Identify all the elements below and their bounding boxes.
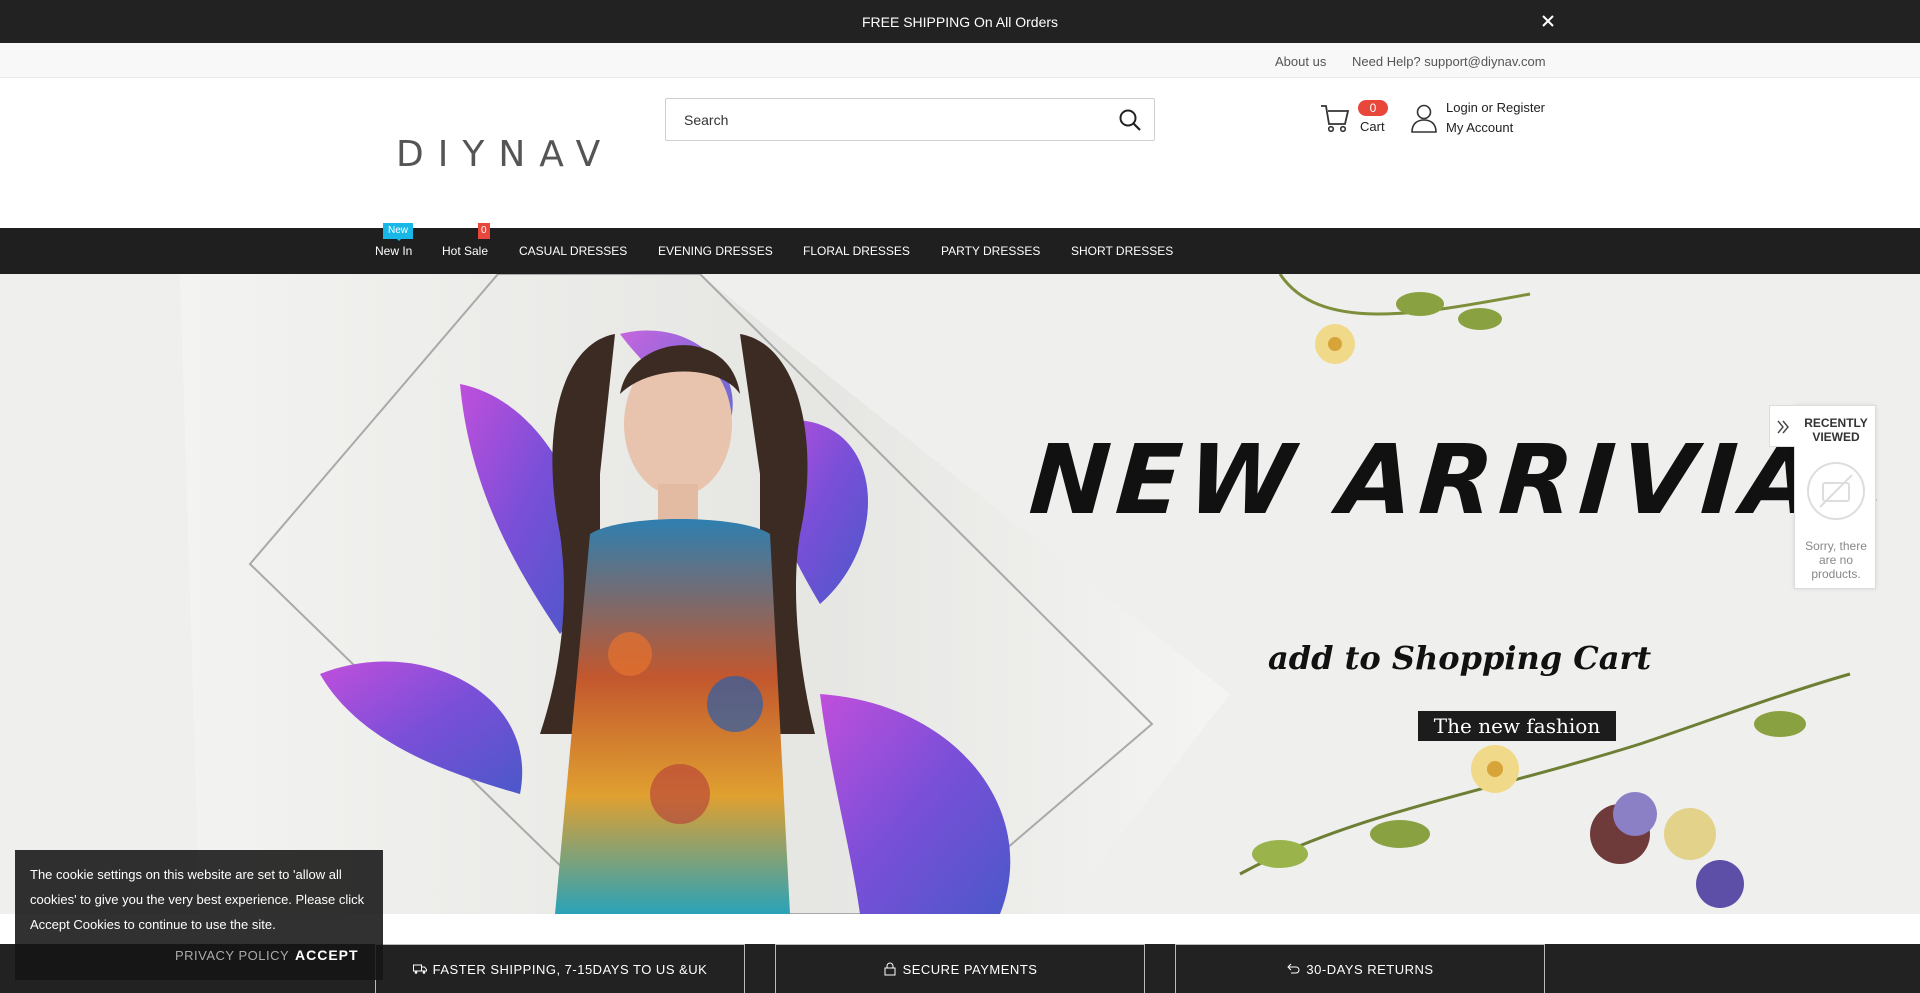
hero-subline: add to Shopping Cart [1268, 639, 1652, 677]
feature-shipping-label: FASTER SHIPPING, 7-15DAYS TO US &UK [432, 961, 708, 977]
no-image-icon [1807, 462, 1865, 520]
about-us-link[interactable]: About us [1275, 54, 1326, 69]
new-tag-badge: New [383, 223, 414, 241]
nav-item-casual-dresses[interactable]: CASUAL DRESSES [519, 244, 627, 258]
hero-badge: The new fashion [1418, 711, 1616, 741]
lock-icon [884, 962, 896, 976]
utility-bar: About us Need Help? support@diynav.com [0, 43, 1920, 78]
feature-returns-label: 30-DAYS RETURNS [1306, 961, 1434, 977]
recently-viewed-panel: RECENTLY VIEWED Sorry, there are no prod… [1769, 405, 1877, 589]
announcement-bar: FREE SHIPPING On All Orders [0, 0, 1920, 43]
feature-payments-label: SECURE PAYMENTS [902, 961, 1038, 977]
help-contact[interactable]: Need Help? support@diynav.com [1352, 54, 1546, 69]
nav-item-party-dresses[interactable]: PARTY DRESSES [941, 244, 1040, 258]
cookie-text: The cookie settings on this website are … [30, 867, 365, 932]
announcement-text: FREE SHIPPING On All Orders [861, 13, 1059, 30]
hero-banner[interactable]: NEW ARRIVIAL add to Shopping Cart The ne… [0, 274, 1920, 914]
my-account-link[interactable]: My Account [1446, 120, 1513, 135]
return-icon [1287, 963, 1300, 974]
account-menu[interactable]: Login or Register My Account [1410, 98, 1550, 140]
nav-item-short-dresses[interactable]: SHORT DRESSES [1071, 244, 1173, 258]
recently-viewed-title-line1: RECENTLY [1804, 416, 1868, 430]
accept-cookies-button[interactable]: ACCEPT [295, 947, 359, 963]
empty-message: Sorry, there are no products. [1805, 539, 1867, 581]
privacy-policy-link[interactable]: PRIVACY POLICY [175, 948, 289, 963]
login-register-link[interactable]: Login or Register [1446, 100, 1545, 115]
feature-payments: SECURE PAYMENTS [775, 944, 1145, 993]
search-input[interactable] [666, 99, 1106, 140]
feature-returns: 30-DAYS RETURNS [1175, 944, 1545, 993]
cart-button[interactable]: 0 Cart [1320, 100, 1390, 140]
double-chevron-icon [1777, 420, 1789, 434]
recently-viewed-toggle[interactable] [1769, 405, 1795, 447]
hero-headline: NEW ARRIVIAL [1026, 424, 1895, 536]
logo-text: DIYNAV [396, 134, 615, 175]
cart-icon [1320, 102, 1350, 134]
cookie-banner: The cookie settings on this website are … [15, 850, 383, 980]
search-box [665, 98, 1155, 141]
main-nav: New 0 New In Hot Sale CASUAL DRESSES EVE… [0, 223, 1920, 274]
nav-item-floral-dresses[interactable]: FLORAL DRESSES [803, 244, 910, 258]
logo[interactable]: DIYNAV [396, 134, 616, 175]
close-icon[interactable] [1538, 11, 1558, 31]
truck-icon [412, 964, 427, 974]
hero-illustration [180, 274, 1851, 914]
recently-viewed-title-line2: VIEWED [1812, 430, 1860, 444]
recently-viewed-title: RECENTLY VIEWED [1795, 416, 1877, 444]
cart-label: Cart [1360, 119, 1385, 134]
nav-item-hot-sale[interactable]: Hot Sale [442, 244, 488, 258]
nav-item-new-in[interactable]: New In [375, 244, 412, 258]
hot-count-badge: 0 [478, 223, 490, 239]
feature-shipping: FASTER SHIPPING, 7-15DAYS TO US &UK [375, 944, 745, 993]
search-icon[interactable] [1118, 108, 1142, 132]
user-icon [1410, 103, 1438, 133]
nav-item-evening-dresses[interactable]: EVENING DRESSES [658, 244, 773, 258]
cart-count-badge: 0 [1358, 100, 1388, 116]
